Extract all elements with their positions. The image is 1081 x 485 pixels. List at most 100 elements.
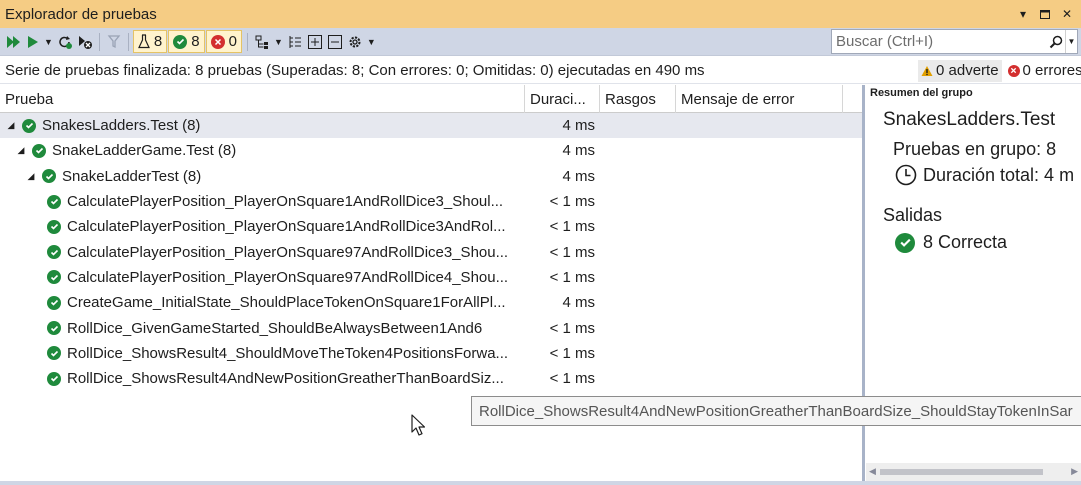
close-icon[interactable]: ✕ [1057,4,1077,24]
test-rows: ◢ SnakesLadders.Test (8) 4 ms ◢ SnakeLad… [0,113,862,391]
column-header-traits[interactable]: Rasgos [600,85,676,113]
repeat-run-icon[interactable] [55,31,75,53]
row-duration: < 1 ms [549,344,595,362]
error-icon [1007,64,1020,77]
run-summary-text: Serie de pruebas finalizada: 8 pruebas (… [5,61,705,79]
grid-header: Prueba Duraci... Rasgos Mensaje de error [0,85,862,113]
total-duration-row: Duración total: 4 m [895,164,1074,186]
row-name-cell: RollDice_ShowsResult4AndNewPositionGreat… [0,370,504,387]
passed-count: 8 [191,33,200,50]
row-name-cell: CalculatePlayerPosition_PlayerOnSquare1A… [0,193,503,210]
maximize-icon[interactable] [1035,4,1055,24]
column-header-test[interactable]: Prueba [0,85,525,113]
flask-icon [137,34,150,49]
total-tests-filter-button[interactable]: 8 [132,30,168,53]
gear-icon[interactable] [345,31,365,53]
warnings-chip[interactable]: 0 adverte [918,59,1002,82]
row-name-cell: RollDice_GivenGameStarted_ShouldBeAlways… [0,320,482,337]
search-input[interactable] [832,30,1047,53]
diagnostics-chips: 0 adverte 0 errores [918,57,1081,84]
row-duration: < 1 ms [549,218,595,236]
table-row[interactable]: CreateGame_InitialState_ShouldPlaceToken… [0,290,862,315]
table-row[interactable]: RollDice_GivenGameStarted_ShouldBeAlways… [0,315,862,340]
total-count: 8 [153,33,163,50]
table-row[interactable]: CalculatePlayerPosition_PlayerOnSquare97… [0,265,862,290]
row-name: CalculatePlayerPosition_PlayerOnSquare97… [67,243,509,261]
table-row[interactable]: RollDice_ShowsResult4_ShouldMoveTheToken… [0,341,862,366]
expand-all-icon[interactable] [305,31,325,53]
group-summary-header: Resumen del grupo [870,87,973,99]
row-duration: < 1 ms [549,193,595,211]
column-header-filler [843,85,862,113]
hierarchy-icon[interactable] [285,31,305,53]
search-dropdown-icon[interactable]: ▼ [1065,30,1077,53]
run-summary-bar: Serie de pruebas finalizada: 8 pruebas (… [0,57,1081,84]
row-duration: < 1 ms [549,243,595,261]
failed-tests-filter-button[interactable]: 0 [205,30,242,53]
expand-arrow-icon[interactable]: ◢ [26,171,36,182]
search-icon[interactable] [1047,35,1065,49]
passed-check-icon [32,143,46,158]
table-row[interactable]: RollDice_ShowsResult4AndNewPositionGreat… [0,366,862,391]
settings-dropdown-icon[interactable]: ▼ [365,31,378,53]
warnings-count: 0 adverte [936,62,999,79]
failed-count: 0 [228,33,237,50]
detail-horizontal-scrollbar[interactable]: ◀ ▶ [866,463,1081,481]
passed-summary[interactable]: 8 Correcta [923,232,1007,253]
column-header-error-message[interactable]: Mensaje de error [676,85,843,113]
row-name-cell: CalculatePlayerPosition_PlayerOnSquare97… [0,244,508,261]
expand-arrow-icon[interactable]: ◢ [16,145,26,156]
row-name-cell: CalculatePlayerPosition_PlayerOnSquare97… [0,269,508,286]
row-name-cell: CalculatePlayerPosition_PlayerOnSquare1A… [0,218,506,235]
scroll-thumb[interactable] [880,469,1043,475]
row-name-cell: RollDice_ShowsResult4_ShouldMoveTheToken… [0,345,508,362]
tests-in-group: Pruebas en grupo: 8 [893,139,1057,159]
run-all-icon[interactable] [4,31,24,53]
row-name-cell: ◢ SnakeLadderGame.Test (8) [0,142,237,160]
row-name: CreateGame_InitialState_ShouldPlaceToken… [67,294,506,312]
errors-chip[interactable]: 0 errores [1006,60,1081,82]
scroll-right-icon[interactable]: ▶ [1071,466,1078,477]
row-duration: 4 ms [562,142,595,160]
filter-icon[interactable] [104,31,124,53]
row-duration: 4 ms [562,167,595,185]
table-row[interactable]: ◢ SnakeLadderTest (8) 4 ms [0,164,862,189]
row-name: RollDice_ShowsResult4AndNewPositionGreat… [67,370,504,388]
row-name: RollDice_ShowsResult4_ShouldMoveTheToken… [67,344,509,362]
row-name-cell: CreateGame_InitialState_ShouldPlaceToken… [0,294,506,311]
run-icon[interactable] [24,31,42,53]
passed-check-icon [42,169,56,184]
search-box[interactable]: ▼ [831,29,1078,54]
row-duration: < 1 ms [549,268,595,286]
row-duration: 4 ms [562,117,595,135]
passed-check-icon [895,232,915,253]
row-name: SnakesLadders.Test (8) [42,117,201,135]
column-header-duration[interactable]: Duraci... [525,85,600,113]
row-duration: 4 ms [562,294,595,312]
total-duration: Duración total: 4 m [923,164,1075,185]
table-row[interactable]: ◢ SnakeLadderGame.Test (8) 4 ms [0,138,862,163]
row-name: SnakeLadderTest (8) [62,167,202,185]
scroll-left-icon[interactable]: ◀ [869,466,876,477]
passed-check-icon [47,371,61,386]
table-row[interactable]: CalculatePlayerPosition_PlayerOnSquare1A… [0,189,862,214]
passed-tests-filter-button[interactable]: 8 [168,30,205,53]
table-row[interactable]: CalculatePlayerPosition_PlayerOnSquare97… [0,239,862,264]
group-by-icon[interactable] [252,31,272,53]
toolbar-separator [98,32,100,51]
expand-arrow-icon[interactable]: ◢ [6,120,16,131]
failed-x-icon [210,34,225,49]
run-dropdown-icon[interactable]: ▼ [42,31,55,53]
row-name: SnakeLadderGame.Test (8) [52,142,237,160]
passed-check-icon [173,34,188,49]
dropdown-arrow-icon[interactable]: ▾ [1013,4,1033,24]
passed-check-icon [47,295,61,310]
row-name-cell: ◢ SnakesLadders.Test (8) [0,117,201,135]
collapse-all-icon[interactable] [325,31,345,53]
passed-check-icon [22,118,36,133]
group-by-dropdown-icon[interactable]: ▼ [272,31,285,53]
table-row[interactable]: CalculatePlayerPosition_PlayerOnSquare1A… [0,214,862,239]
passed-check-icon [47,245,61,260]
table-row[interactable]: ◢ SnakesLadders.Test (8) 4 ms [0,113,862,139]
cancel-run-icon[interactable] [75,31,95,53]
